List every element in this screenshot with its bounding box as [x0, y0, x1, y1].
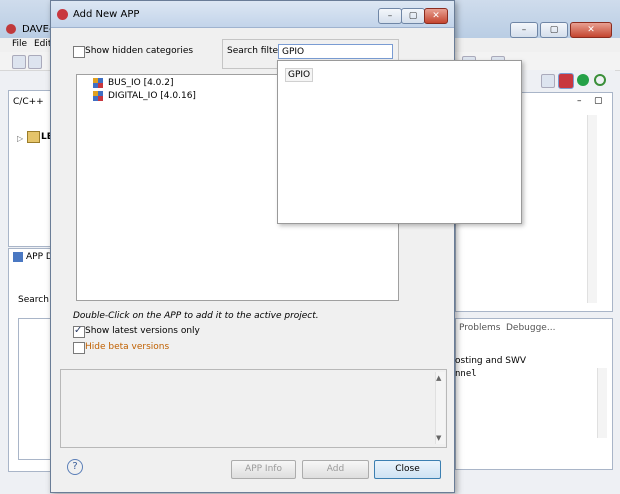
show-latest-label: Show latest versions only: [85, 326, 200, 336]
app-info-button[interactable]: APP Info: [231, 460, 296, 479]
help-icon[interactable]: ?: [67, 459, 83, 475]
dave-logo-icon: [6, 24, 16, 34]
hide-beta-checkbox[interactable]: [73, 342, 85, 354]
bg-right-scrollbar[interactable]: [587, 115, 597, 303]
tree-item-label: BUS_IO [4.0.2]: [108, 78, 174, 88]
autocomplete-item[interactable]: GPIO: [285, 68, 314, 82]
menu-edit[interactable]: Edit: [34, 39, 51, 49]
dialog-close-button[interactable]: ✕: [424, 8, 448, 24]
bg-minimize-button[interactable]: –: [510, 22, 538, 38]
dialog-minimize-button[interactable]: –: [378, 8, 402, 24]
folder-icon: [27, 131, 40, 143]
hide-beta-label: Hide beta versions: [85, 342, 170, 352]
bg-console-scrollbar[interactable]: [597, 368, 607, 438]
dave-app-icon: [57, 9, 68, 20]
bg-console-line-1: osting and SWV: [455, 356, 527, 366]
dialog-title: Add New APP: [73, 9, 140, 20]
search-filter-input[interactable]: [278, 44, 393, 59]
dialog-maximize-button[interactable]: ▢: [401, 8, 425, 24]
bg-minimize-view-icon[interactable]: –: [577, 96, 582, 106]
app-module-icon: [93, 91, 103, 101]
app-description-panel: ▲ ▼: [60, 369, 447, 448]
app-module-icon: [93, 78, 103, 88]
bg-console-panel: [455, 318, 613, 470]
bg-maximize-button[interactable]: ▢: [540, 22, 568, 38]
show-hidden-checkbox[interactable]: [73, 46, 85, 58]
tree-expand-icon[interactable]: ▷: [17, 134, 23, 143]
bg-console-line-2: nnel: [455, 369, 477, 379]
menu-file[interactable]: File: [12, 39, 27, 49]
bg-search-label: Search fi: [18, 295, 52, 305]
search-filter-label: Search filter: [227, 46, 282, 56]
bg-project-explorer-title: C/C++: [13, 97, 44, 107]
scroll-down-icon[interactable]: ▼: [436, 434, 441, 442]
debug-perspective-icon[interactable]: [577, 74, 589, 86]
bug-icon[interactable]: [594, 74, 606, 86]
bg-app-dependency-title: APP D: [26, 252, 52, 262]
tab-problems[interactable]: Problems: [459, 323, 500, 333]
bg-app-list: [18, 318, 54, 460]
tree-item-label: DIGITAL_IO [4.0.16]: [108, 91, 196, 101]
tab-debugger[interactable]: Debugge...: [506, 323, 555, 333]
close-button[interactable]: Close: [374, 460, 441, 479]
scroll-up-icon[interactable]: ▲: [436, 374, 441, 382]
bg-maximize-view-icon[interactable]: ▢: [594, 96, 603, 106]
dave-perspective-icon[interactable]: [558, 73, 574, 89]
app-dependency-icon: [13, 252, 23, 262]
show-hidden-label: Show hidden categories: [85, 46, 194, 56]
add-button[interactable]: Add: [302, 460, 369, 479]
save-icon[interactable]: [12, 55, 26, 69]
bg-close-button[interactable]: ✕: [570, 22, 612, 38]
table-icon[interactable]: [541, 74, 555, 88]
bg-project-explorer: [8, 90, 54, 247]
save-all-icon[interactable]: [28, 55, 42, 69]
show-latest-checkbox[interactable]: [73, 325, 85, 338]
hint-text: Double-Click on the APP to add it to the…: [73, 311, 319, 321]
search-autocomplete-popup: GPIO: [277, 60, 522, 224]
